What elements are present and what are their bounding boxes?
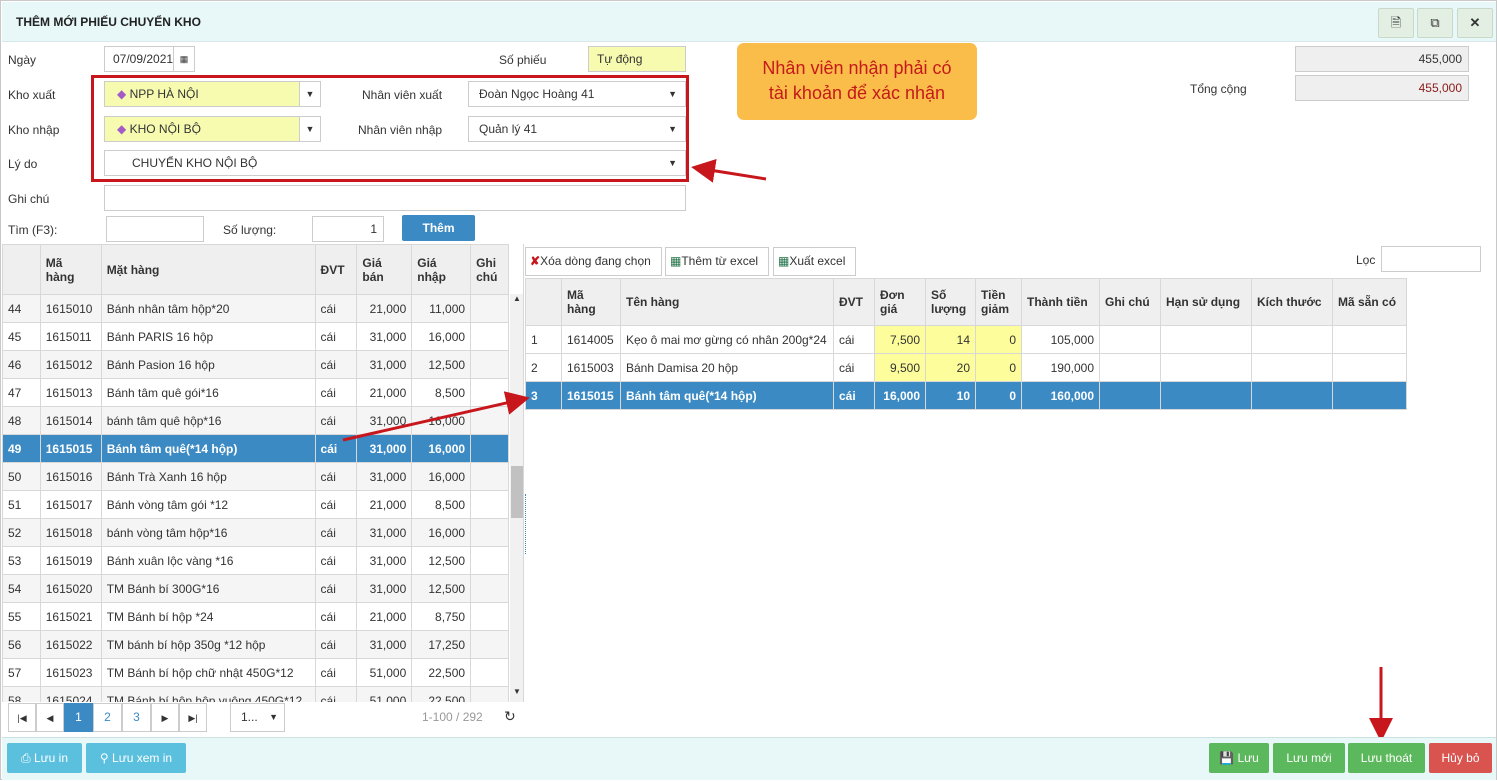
- save-icon: 💾: [1219, 751, 1235, 765]
- luu-in-button[interactable]: ⎙ Lưu in: [7, 743, 82, 773]
- arrow-selected-row: [342, 391, 530, 442]
- luu-moi-button[interactable]: Lưu mới: [1273, 743, 1345, 773]
- luu-xem-in-label: Lưu xem in: [112, 751, 173, 765]
- luu-thoat-button[interactable]: Lưu thoát: [1348, 743, 1425, 773]
- arrow-ly-do: [691, 158, 767, 183]
- footer-bar: ⎙ Lưu in ⚲ Lưu xem in 💾 Lưu Lưu mới Lưu …: [2, 737, 1496, 780]
- print-icon: ⎙: [20, 751, 31, 765]
- luu-label: Lưu: [1237, 751, 1259, 765]
- annotation-arrows: [180, 158, 1393, 766]
- dialog-window: THÊM MỚI PHIẾU CHUYỂN KHO 🗎 ⧉ ✕ Ngày 07/…: [0, 0, 1497, 780]
- huy-bo-button[interactable]: Hủy bỏ: [1429, 743, 1492, 773]
- luu-button[interactable]: 💾 Lưu: [1209, 743, 1269, 773]
- search-icon: ⚲: [99, 751, 109, 765]
- luu-xem-in-button[interactable]: ⚲ Lưu xem in: [86, 743, 186, 773]
- luu-in-label: Lưu in: [33, 751, 68, 765]
